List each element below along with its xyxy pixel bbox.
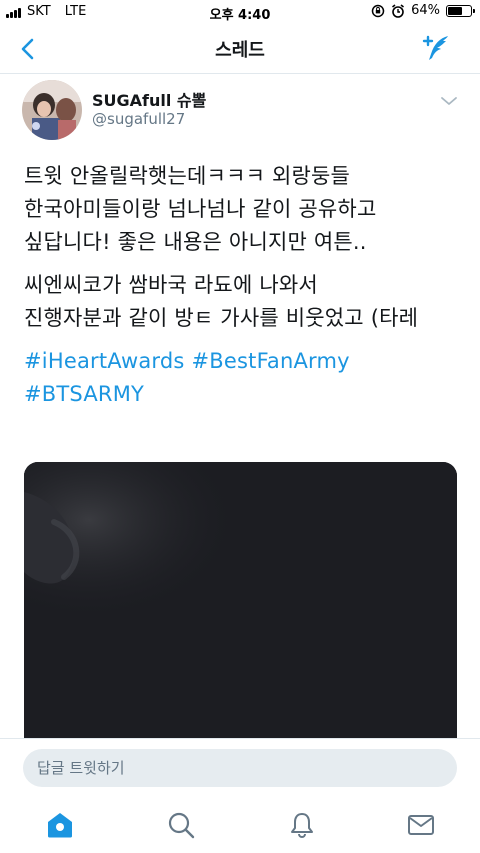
reply-bar bbox=[0, 738, 480, 798]
battery-level bbox=[448, 6, 463, 15]
tweet-paragraph-2: 씨엔씨코가 쌈바국 라됴에 나와서 진행자분과 같이 방ㅌ 가사를 비웃었고 (… bbox=[24, 269, 464, 335]
battery-icon bbox=[446, 4, 475, 17]
hashtag-link[interactable]: #BestFanArmy bbox=[191, 349, 349, 373]
page-title: 스레드 bbox=[215, 40, 265, 61]
tab-bar bbox=[0, 798, 480, 853]
user-handle[interactable]: @sugafull27 bbox=[92, 110, 185, 128]
home-icon bbox=[48, 813, 72, 838]
tweet-menu-button[interactable] bbox=[440, 92, 458, 105]
status-bar: SKT LTE 오후 4:40 64% bbox=[0, 0, 480, 24]
tab-messages[interactable] bbox=[406, 810, 436, 840]
compose-tweet-button[interactable] bbox=[420, 32, 452, 64]
tab-search[interactable] bbox=[166, 810, 196, 840]
battery-percent: 64% bbox=[411, 3, 440, 18]
search-icon bbox=[168, 812, 195, 839]
rotation-lock-icon bbox=[371, 4, 385, 17]
tweet-header: SUGAfull 슈뽈 @sugafull27 bbox=[22, 80, 462, 144]
avatar-image bbox=[22, 80, 82, 140]
tweet-line: 한국아미들이랑 넘나넘나 같이 공유하고 bbox=[24, 197, 377, 221]
tweet-line: 싶답니다! 좋은 내용은 아니지만 여튼.. bbox=[24, 230, 367, 254]
tweet-text: 트윗 안올릴락햇는데ㅋㅋㅋ 외랑둥들 한국아미들이랑 넘나넘나 같이 공유하고 … bbox=[24, 160, 464, 421]
reply-input[interactable] bbox=[23, 749, 457, 787]
avatar[interactable] bbox=[22, 80, 82, 140]
hashtag-link[interactable]: #iHeartAwards bbox=[24, 349, 185, 373]
nav-bar: 스레드 bbox=[0, 24, 480, 74]
display-name[interactable]: SUGAfull 슈뽈 bbox=[92, 87, 206, 111]
tweet-paragraph-1: 트윗 안올릴락햇는데ㅋㅋㅋ 외랑둥들 한국아미들이랑 넘나넘나 같이 공유하고 … bbox=[24, 160, 464, 259]
media-image bbox=[24, 462, 457, 752]
bell-icon bbox=[291, 813, 313, 838]
alarm-icon bbox=[392, 3, 405, 18]
tweet-line: 트윗 안올릴락햇는데ㅋㅋㅋ 외랑둥들 bbox=[24, 164, 351, 188]
tweet-line: 진행자분과 같이 방ㅌ 가사를 비웃었고 (타레 bbox=[24, 306, 419, 330]
mail-icon bbox=[408, 815, 434, 835]
chevron-down-icon bbox=[441, 97, 457, 105]
tweet-line: 씨엔씨코가 쌈바국 라됴에 나와서 bbox=[24, 273, 318, 297]
status-right: 64% bbox=[371, 3, 475, 18]
tweet-media[interactable] bbox=[24, 462, 457, 752]
tab-notifications[interactable] bbox=[287, 810, 317, 840]
tab-home[interactable] bbox=[45, 810, 75, 840]
hashtag-link[interactable]: #BTSARMY bbox=[24, 382, 144, 406]
compose-feather-icon bbox=[422, 35, 448, 60]
tweet-hashtags: #iHeartAwards #BestFanArmy #BTSARMY bbox=[24, 345, 464, 411]
